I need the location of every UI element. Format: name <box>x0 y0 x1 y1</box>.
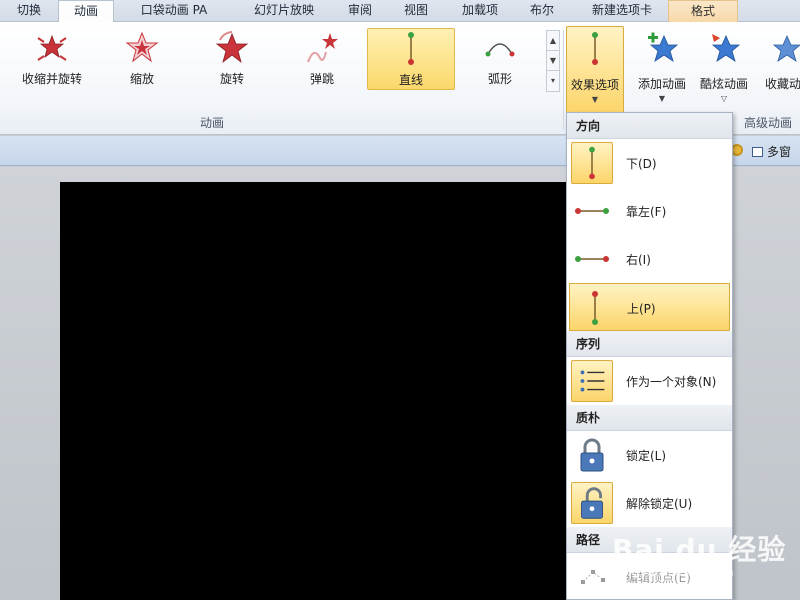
gallery-label: 旋转 <box>219 72 244 86</box>
lock-icon <box>580 438 604 472</box>
chevron-down-icon: ▼ <box>591 95 599 104</box>
chevron-down-icon: ▽ <box>720 94 728 103</box>
menu-item-right[interactable]: 右(I) <box>567 235 732 283</box>
line-path-icon <box>408 32 414 65</box>
scroll-down-icon[interactable]: ▼ <box>547 51 559 71</box>
add-animation-star-icon <box>648 32 679 62</box>
menu-item-as-one-object[interactable]: 作为一个对象(N) <box>567 357 732 405</box>
tab-boolean[interactable]: 布尔 <box>522 0 562 22</box>
menu-item-unlock[interactable]: 解除锁定(U) <box>567 479 732 527</box>
cool-animation-button[interactable]: 酷炫动画 ▽ <box>694 26 754 103</box>
tab-view[interactable]: 视图 <box>396 0 436 22</box>
shrink-turn-star-icon <box>37 34 67 61</box>
cool-animation-label: 酷炫动画 <box>699 77 748 91</box>
line-down-icon <box>571 142 613 184</box>
menu-section-direction: 方向 <box>567 113 732 139</box>
gallery-item-arc[interactable]: 弧形 <box>456 28 544 90</box>
chevron-down-icon: ▼ <box>658 94 666 103</box>
tab-animations[interactable]: 动画 <box>58 0 114 23</box>
bounce-star-icon <box>307 33 338 63</box>
menu-item-label: 锁定(L) <box>626 449 667 463</box>
menu-item-label: 下(D) <box>626 157 657 171</box>
add-animation-label: 添加动画 <box>637 77 686 91</box>
window-icon <box>752 147 763 157</box>
favorites-button[interactable]: 收藏动 <box>758 26 800 92</box>
gallery-item-zoom[interactable]: 缩放 <box>98 28 186 90</box>
multi-window-label: 多窗 <box>767 145 792 159</box>
group-label-animation: 动画 <box>200 116 225 130</box>
gallery-more-icon[interactable]: ▾ <box>547 71 559 91</box>
cool-animation-star-icon <box>711 34 741 62</box>
line-left-icon <box>575 208 609 214</box>
list-bullets-icon <box>571 360 613 402</box>
arc-path-icon <box>485 43 515 57</box>
menu-item-left[interactable]: 靠左(F) <box>567 187 732 235</box>
gallery-item-spin[interactable]: 旋转 <box>188 28 276 90</box>
spin-star-icon <box>215 31 249 64</box>
tab-slideshow[interactable]: 幻灯片放映 <box>240 0 328 22</box>
menu-item-label: 作为一个对象(N) <box>626 375 717 389</box>
gallery-label: 弹跳 <box>309 72 334 86</box>
menu-item-label: 上(P) <box>627 302 656 316</box>
gallery-label: 直线 <box>398 73 423 87</box>
unlock-icon <box>571 482 613 524</box>
menu-item-label: 右(I) <box>626 253 651 267</box>
effect-options-button[interactable]: 效果选项 ▼ <box>566 26 624 114</box>
group-divider <box>563 30 564 130</box>
gallery-label: 收缩并旋转 <box>21 72 82 86</box>
zoom-star-icon <box>125 31 159 63</box>
tab-format[interactable]: 格式 <box>668 0 738 22</box>
multi-window-button[interactable]: 多窗 <box>752 143 791 160</box>
menu-item-up[interactable]: 上(P) <box>569 283 730 331</box>
scroll-up-icon[interactable]: ▲ <box>547 31 559 51</box>
gallery-item-bounce[interactable]: 弹跳 <box>278 28 366 90</box>
menu-item-down[interactable]: 下(D) <box>567 139 732 187</box>
gallery-item-shrink-turn[interactable]: 收缩并旋转 <box>8 28 96 90</box>
gallery-label: 弧形 <box>487 72 512 86</box>
group-label-advanced: 高级动画 <box>744 116 793 130</box>
watermark-logo: Bai du 经验 <box>612 533 787 566</box>
menu-item-lock[interactable]: 锁定(L) <box>567 431 732 479</box>
effect-options-label: 效果选项 <box>570 78 619 92</box>
menu-section-sequence: 序列 <box>567 331 732 357</box>
ribbon-tab-bar: 切换 动画 口袋动画 PA 幻灯片放映 审阅 视图 加载项 布尔 新建选项卡 格… <box>0 0 800 23</box>
tab-review[interactable]: 审阅 <box>340 0 380 22</box>
gallery-label: 缩放 <box>129 72 154 86</box>
add-animation-button[interactable]: 添加动画 ▼ <box>632 26 692 103</box>
menu-item-label: 解除锁定(U) <box>626 497 693 511</box>
line-up-icon <box>592 291 598 325</box>
watermark-url: jingyan.baidu.com <box>616 566 735 579</box>
effect-options-icon <box>592 32 598 65</box>
tab-pocket-animation[interactable]: 口袋动画 PA <box>122 0 226 22</box>
gallery-item-line[interactable]: 直线 <box>367 28 455 90</box>
favorites-star-icon <box>772 35 800 62</box>
menu-section-rustic: 质朴 <box>567 405 732 431</box>
tab-transitions[interactable]: 切换 <box>6 0 52 22</box>
tab-new-tab[interactable]: 新建选项卡 <box>580 0 664 22</box>
gallery-scroll[interactable]: ▲ ▼ ▾ <box>546 30 560 92</box>
tab-addins[interactable]: 加载项 <box>452 0 508 22</box>
slide-canvas[interactable] <box>60 182 580 600</box>
line-right-icon <box>575 256 609 262</box>
effect-options-menu: 方向 下(D) 靠左(F) 右(I) 上(P) 序列 作为一个对象(N) 质朴 … <box>566 112 733 600</box>
edit-points-icon <box>581 570 605 584</box>
menu-item-label: 靠左(F) <box>626 205 667 219</box>
favorites-label: 收藏动 <box>764 77 800 91</box>
